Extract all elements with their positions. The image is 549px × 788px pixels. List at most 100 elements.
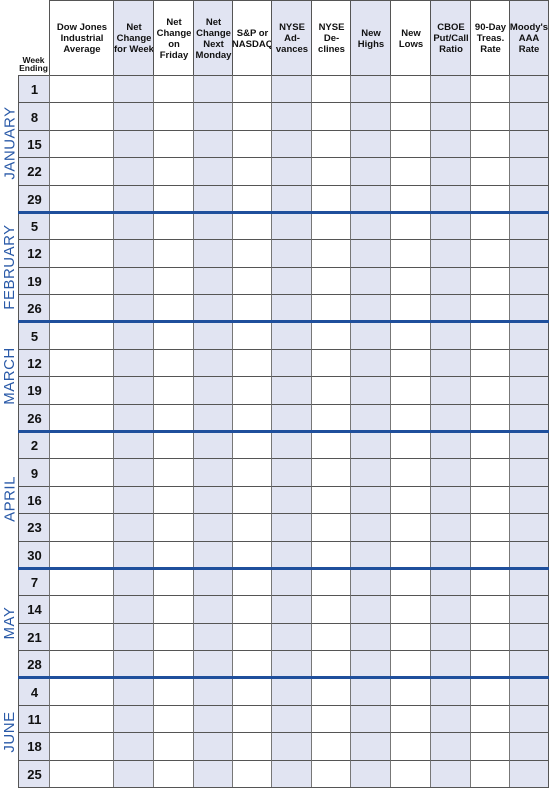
entry-cell[interactable] (49, 157, 114, 186)
entry-cell[interactable] (350, 650, 391, 679)
entry-cell[interactable] (470, 732, 510, 761)
entry-cell[interactable] (311, 157, 351, 186)
entry-cell[interactable] (271, 75, 312, 104)
entry-cell[interactable] (390, 184, 431, 213)
entry-cell[interactable] (430, 732, 471, 761)
entry-cell[interactable] (232, 595, 272, 624)
entry-cell[interactable] (311, 513, 351, 542)
entry-cell[interactable] (49, 129, 114, 159)
entry-cell[interactable] (470, 595, 510, 624)
entry-cell[interactable] (311, 294, 351, 323)
entry-cell[interactable] (311, 431, 351, 460)
entry-cell[interactable] (113, 567, 154, 597)
entry-cell[interactable] (153, 102, 194, 131)
entry-cell[interactable] (271, 348, 312, 378)
entry-cell[interactable] (350, 513, 391, 542)
entry-cell[interactable] (509, 622, 549, 652)
entry-cell[interactable] (509, 759, 549, 788)
entry-cell[interactable] (350, 540, 391, 569)
entry-cell[interactable] (153, 458, 194, 487)
entry-cell[interactable] (113, 102, 154, 131)
entry-cell[interactable] (470, 129, 510, 159)
entry-cell[interactable] (49, 485, 114, 515)
entry-cell[interactable] (271, 376, 312, 405)
entry-cell[interactable] (193, 732, 233, 761)
entry-cell[interactable] (350, 431, 391, 460)
entry-cell[interactable] (311, 567, 351, 597)
entry-cell[interactable] (113, 294, 154, 323)
entry-cell[interactable] (311, 732, 351, 761)
entry-cell[interactable] (430, 239, 471, 268)
entry-cell[interactable] (49, 677, 114, 706)
entry-cell[interactable] (509, 704, 549, 734)
entry-cell[interactable] (153, 266, 194, 296)
entry-cell[interactable] (232, 732, 272, 761)
entry-cell[interactable] (509, 102, 549, 131)
entry-cell[interactable] (311, 759, 351, 788)
entry-cell[interactable] (153, 157, 194, 186)
entry-cell[interactable] (113, 595, 154, 624)
entry-cell[interactable] (232, 239, 272, 268)
entry-cell[interactable] (193, 403, 233, 432)
entry-cell[interactable] (430, 348, 471, 378)
entry-cell[interactable] (193, 266, 233, 296)
entry-cell[interactable] (430, 540, 471, 569)
entry-cell[interactable] (193, 376, 233, 405)
entry-cell[interactable] (153, 403, 194, 432)
entry-cell[interactable] (430, 294, 471, 323)
entry-cell[interactable] (509, 321, 549, 350)
entry-cell[interactable] (430, 184, 471, 213)
entry-cell[interactable] (430, 157, 471, 186)
entry-cell[interactable] (193, 458, 233, 487)
entry-cell[interactable] (509, 431, 549, 460)
entry-cell[interactable] (509, 157, 549, 186)
entry-cell[interactable] (390, 677, 431, 706)
entry-cell[interactable] (430, 650, 471, 679)
entry-cell[interactable] (430, 321, 471, 350)
entry-cell[interactable] (113, 403, 154, 432)
entry-cell[interactable] (153, 567, 194, 597)
entry-cell[interactable] (390, 458, 431, 487)
entry-cell[interactable] (232, 321, 272, 350)
entry-cell[interactable] (271, 540, 312, 569)
entry-cell[interactable] (271, 567, 312, 597)
entry-cell[interactable] (509, 75, 549, 104)
entry-cell[interactable] (232, 211, 272, 241)
entry-cell[interactable] (470, 294, 510, 323)
entry-cell[interactable] (430, 622, 471, 652)
entry-cell[interactable] (271, 294, 312, 323)
entry-cell[interactable] (390, 485, 431, 515)
entry-cell[interactable] (113, 704, 154, 734)
entry-cell[interactable] (153, 348, 194, 378)
entry-cell[interactable] (153, 239, 194, 268)
entry-cell[interactable] (271, 732, 312, 761)
entry-cell[interactable] (311, 239, 351, 268)
entry-cell[interactable] (390, 211, 431, 241)
entry-cell[interactable] (311, 75, 351, 104)
entry-cell[interactable] (350, 677, 391, 706)
entry-cell[interactable] (311, 129, 351, 159)
entry-cell[interactable] (430, 513, 471, 542)
entry-cell[interactable] (193, 540, 233, 569)
entry-cell[interactable] (113, 622, 154, 652)
entry-cell[interactable] (390, 102, 431, 131)
entry-cell[interactable] (430, 458, 471, 487)
entry-cell[interactable] (430, 211, 471, 241)
entry-cell[interactable] (193, 184, 233, 213)
entry-cell[interactable] (350, 348, 391, 378)
entry-cell[interactable] (113, 732, 154, 761)
entry-cell[interactable] (49, 704, 114, 734)
entry-cell[interactable] (49, 403, 114, 432)
entry-cell[interactable] (271, 239, 312, 268)
entry-cell[interactable] (430, 431, 471, 460)
entry-cell[interactable] (509, 595, 549, 624)
entry-cell[interactable] (153, 759, 194, 788)
entry-cell[interactable] (311, 376, 351, 405)
entry-cell[interactable] (271, 513, 312, 542)
entry-cell[interactable] (193, 348, 233, 378)
entry-cell[interactable] (232, 485, 272, 515)
entry-cell[interactable] (49, 732, 114, 761)
entry-cell[interactable] (193, 650, 233, 679)
entry-cell[interactable] (232, 294, 272, 323)
entry-cell[interactable] (193, 321, 233, 350)
